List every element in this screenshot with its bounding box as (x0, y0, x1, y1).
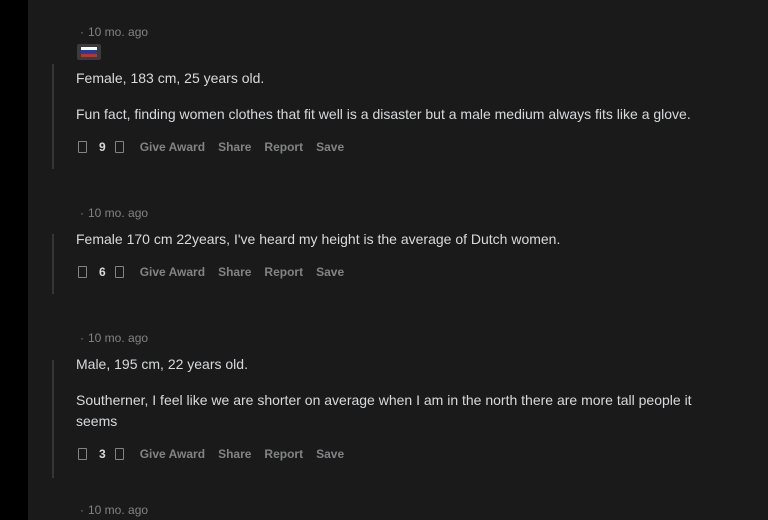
report-button[interactable]: Report (264, 265, 303, 279)
share-button[interactable]: Share (218, 140, 251, 154)
upvote-icon[interactable] (78, 266, 87, 278)
page: · 10 mo. ago Female, 183 cm, 25 years old… (0, 0, 768, 520)
meta-separator: · (80, 331, 84, 345)
thread-line[interactable] (52, 234, 54, 294)
meta-separator: · (80, 206, 84, 220)
comment-actions: 6 Give Award Share Report Save (78, 263, 357, 281)
save-button[interactable]: Save (316, 265, 344, 279)
report-button[interactable]: Report (264, 447, 303, 461)
vote-score: 6 (99, 265, 106, 279)
give-award-button[interactable]: Give Award (140, 140, 205, 154)
upvote-icon[interactable] (78, 141, 87, 153)
downvote-icon[interactable] (114, 266, 124, 278)
share-button[interactable]: Share (218, 265, 251, 279)
comment-timestamp[interactable]: 10 mo. ago (88, 503, 148, 517)
comment-paragraph: seems (76, 413, 118, 429)
comment-meta: · 10 mo. ago (80, 25, 148, 39)
vote-score: 9 (99, 140, 106, 154)
give-award-button[interactable]: Give Award (140, 265, 205, 279)
thread-line[interactable] (52, 64, 54, 169)
thread-line[interactable] (52, 360, 54, 478)
flag-icon (81, 47, 97, 57)
comment-actions: 3 Give Award Share Report Save (78, 445, 357, 463)
comment-paragraph: Southerner, I feel like we are shorter o… (76, 392, 692, 408)
comment-meta: · 10 mo. ago (80, 331, 148, 345)
upvote-icon[interactable] (78, 448, 87, 460)
save-button[interactable]: Save (316, 447, 344, 461)
comment-paragraph: Female 170 cm 22years, I've heard my hei… (76, 231, 561, 247)
give-award-button[interactable]: Give Award (140, 447, 205, 461)
flag-stripe-red (81, 53, 97, 57)
comment-meta: · 10 mo. ago (80, 206, 148, 220)
meta-separator: · (80, 503, 84, 517)
comment-timestamp[interactable]: 10 mo. ago (88, 331, 148, 345)
comment-paragraph: Female, 183 cm, 25 years old. (76, 70, 265, 86)
user-flair (77, 44, 101, 60)
comment-paragraph: Fun fact, finding women clothes that fit… (76, 106, 691, 122)
report-button[interactable]: Report (264, 140, 303, 154)
downvote-icon[interactable] (114, 141, 124, 153)
comment-timestamp[interactable]: 10 mo. ago (88, 206, 148, 220)
comment-actions: 9 Give Award Share Report Save (78, 138, 357, 156)
share-button[interactable]: Share (218, 447, 251, 461)
save-button[interactable]: Save (316, 140, 344, 154)
comment-paragraph: Male, 195 cm, 22 years old. (76, 356, 248, 372)
comments-panel: · 10 mo. ago Female, 183 cm, 25 years old… (28, 0, 768, 520)
downvote-icon[interactable] (114, 448, 124, 460)
comment-meta: · 10 mo. ago (80, 503, 148, 517)
meta-separator: · (80, 25, 84, 39)
vote-score: 3 (99, 447, 106, 461)
comment-timestamp[interactable]: 10 mo. ago (88, 25, 148, 39)
